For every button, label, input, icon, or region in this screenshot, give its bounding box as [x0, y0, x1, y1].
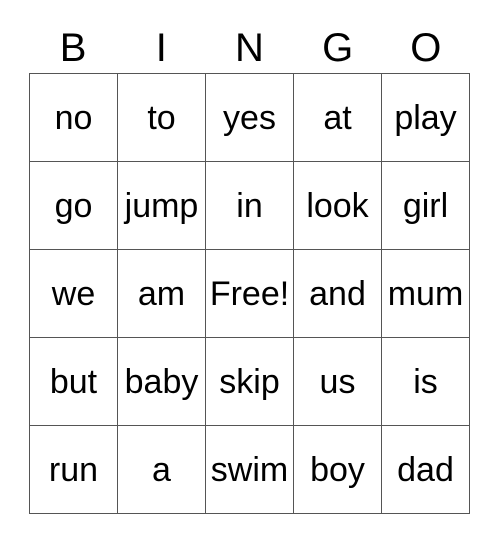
bingo-cell[interactable]: boy: [294, 426, 382, 514]
bingo-cell[interactable]: am: [118, 250, 206, 338]
bingo-cell[interactable]: swim: [206, 426, 294, 514]
header-letter-i: I: [155, 25, 167, 70]
bingo-row: run a swim boy dad: [30, 426, 470, 514]
bingo-header-row: B I N G O: [29, 22, 470, 73]
bingo-cell-text: is: [413, 362, 438, 401]
bingo-cell-text: baby: [124, 362, 199, 401]
bingo-cell-text: run: [48, 450, 99, 489]
bingo-cell-text: dad: [397, 450, 454, 489]
header-letter-o: O: [410, 25, 442, 70]
bingo-cell-text: boy: [310, 450, 365, 489]
bingo-cell[interactable]: is: [382, 338, 470, 426]
bingo-cell[interactable]: us: [294, 338, 382, 426]
bingo-row: no to yes at play: [30, 74, 470, 162]
bingo-cell[interactable]: in: [206, 162, 294, 250]
bingo-cell[interactable]: mum: [382, 250, 470, 338]
bingo-cell-text: us: [319, 362, 356, 401]
bingo-cell-text: yes: [223, 98, 276, 137]
bingo-cell-text: a: [152, 450, 171, 489]
header-letter-b: B: [59, 25, 87, 70]
bingo-cell[interactable]: and: [294, 250, 382, 338]
bingo-cell-text: mum: [387, 274, 464, 313]
bingo-cell[interactable]: we: [30, 250, 118, 338]
bingo-cell[interactable]: a: [118, 426, 206, 514]
bingo-cell-text: in: [236, 186, 263, 225]
bingo-cell[interactable]: look: [294, 162, 382, 250]
header-letter-n: N: [235, 25, 264, 70]
bingo-cell[interactable]: no: [30, 74, 118, 162]
bingo-cell[interactable]: girl: [382, 162, 470, 250]
bingo-cell-text: to: [147, 98, 176, 137]
bingo-cell[interactable]: skip: [206, 338, 294, 426]
bingo-cell-text: look: [306, 186, 369, 225]
bingo-cell[interactable]: go: [30, 162, 118, 250]
bingo-cell-text: go: [54, 186, 93, 225]
bingo-cell[interactable]: run: [30, 426, 118, 514]
bingo-cell-text: no: [54, 98, 93, 137]
bingo-cell[interactable]: at: [294, 74, 382, 162]
bingo-cell-text: play: [394, 98, 457, 137]
bingo-cell[interactable]: jump: [118, 162, 206, 250]
bingo-free-space-text: Free!: [209, 274, 290, 313]
bingo-cell[interactable]: yes: [206, 74, 294, 162]
bingo-cell-text: and: [309, 274, 366, 313]
bingo-cell[interactable]: baby: [118, 338, 206, 426]
bingo-cell-text: but: [49, 362, 98, 401]
bingo-cell-text: swim: [210, 450, 289, 489]
bingo-row: we am Free! and mum: [30, 250, 470, 338]
bingo-row: but baby skip us is: [30, 338, 470, 426]
bingo-row: go jump in look girl: [30, 162, 470, 250]
bingo-cell[interactable]: to: [118, 74, 206, 162]
bingo-card: B I N G O no to yes at play go jump in l…: [0, 0, 500, 544]
bingo-cell-text: at: [323, 98, 352, 137]
bingo-cell-text: am: [137, 274, 186, 313]
bingo-cell-text: we: [51, 274, 96, 313]
header-letter-g: G: [322, 25, 354, 70]
bingo-cell[interactable]: dad: [382, 426, 470, 514]
bingo-cell-text: skip: [219, 362, 280, 401]
bingo-cell[interactable]: play: [382, 74, 470, 162]
bingo-cell-text: jump: [124, 186, 199, 225]
bingo-cell-text: girl: [402, 186, 449, 225]
bingo-grid: no to yes at play go jump in look girl w…: [29, 73, 470, 514]
bingo-cell-free-space[interactable]: Free!: [206, 250, 294, 338]
bingo-cell[interactable]: but: [30, 338, 118, 426]
